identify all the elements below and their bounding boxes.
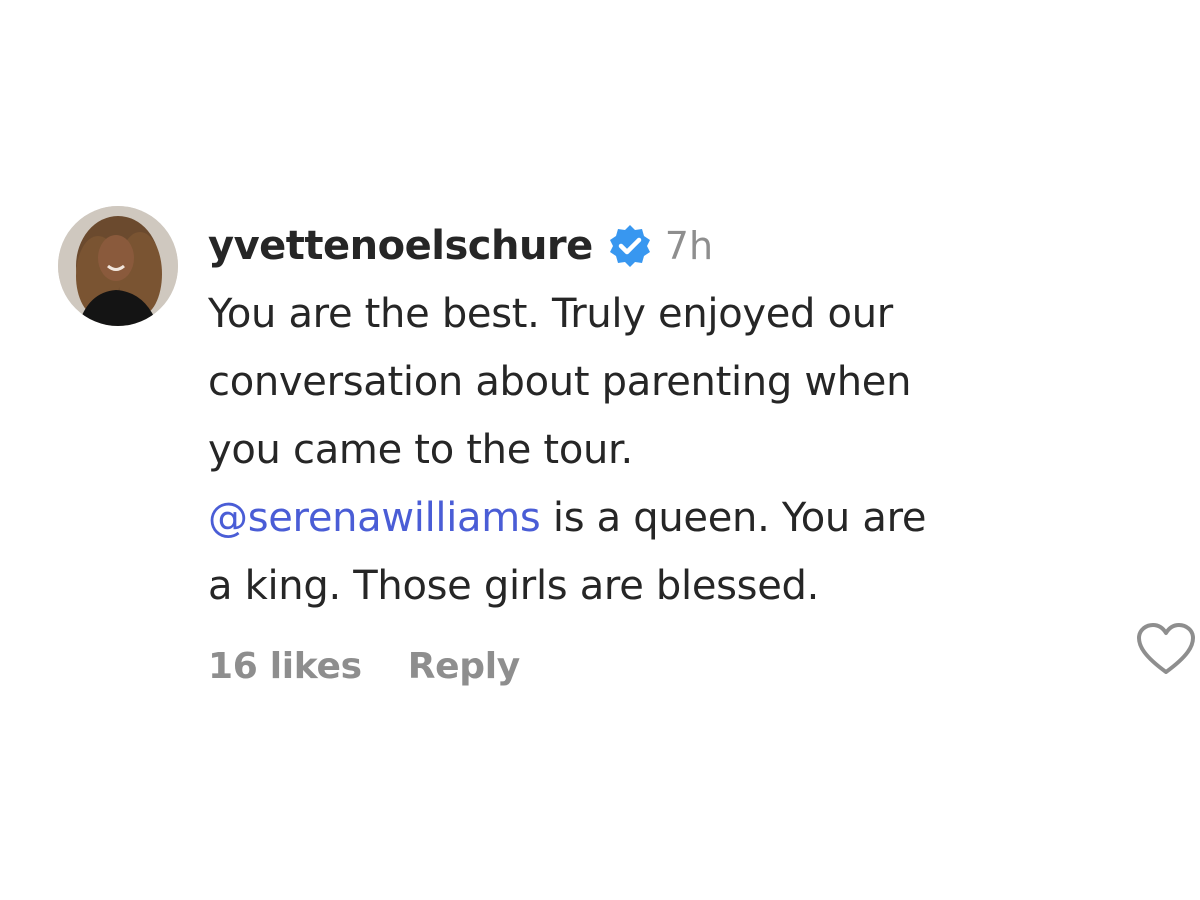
comment-text: You are the best. Truly enjoyed our conv…: [208, 280, 1068, 620]
timestamp: 7h: [664, 224, 714, 268]
heart-outline-icon[interactable]: [1136, 622, 1196, 678]
comment-text-line-5: a king. Those girls are blessed.: [208, 563, 820, 609]
comment: yvettenoelschure 7h You are the best. Tr…: [58, 204, 1195, 724]
comment-body: yvettenoelschure 7h You are the best. Tr…: [208, 214, 1068, 620]
comment-text-line-4: @serenawilliams is a queen. You are: [208, 484, 1068, 552]
likes-count[interactable]: 16 likes: [208, 646, 362, 687]
comment-text-line-1: You are the best. Truly enjoyed our: [208, 291, 893, 337]
comment-header: yvettenoelschure 7h: [208, 214, 1068, 278]
comment-text-line-2: conversation about parenting when: [208, 359, 912, 405]
comment-text-line-3: you came to the tour.: [208, 427, 633, 473]
username[interactable]: yvettenoelschure: [208, 223, 593, 269]
comment-text-after-mention: is a queen. You are: [540, 495, 927, 541]
comment-footer: 16 likes Reply: [208, 646, 520, 687]
verified-badge-icon: [607, 223, 653, 269]
avatar[interactable]: [58, 206, 178, 326]
reply-button[interactable]: Reply: [408, 646, 521, 687]
mention-link[interactable]: @serenawilliams: [208, 495, 541, 541]
